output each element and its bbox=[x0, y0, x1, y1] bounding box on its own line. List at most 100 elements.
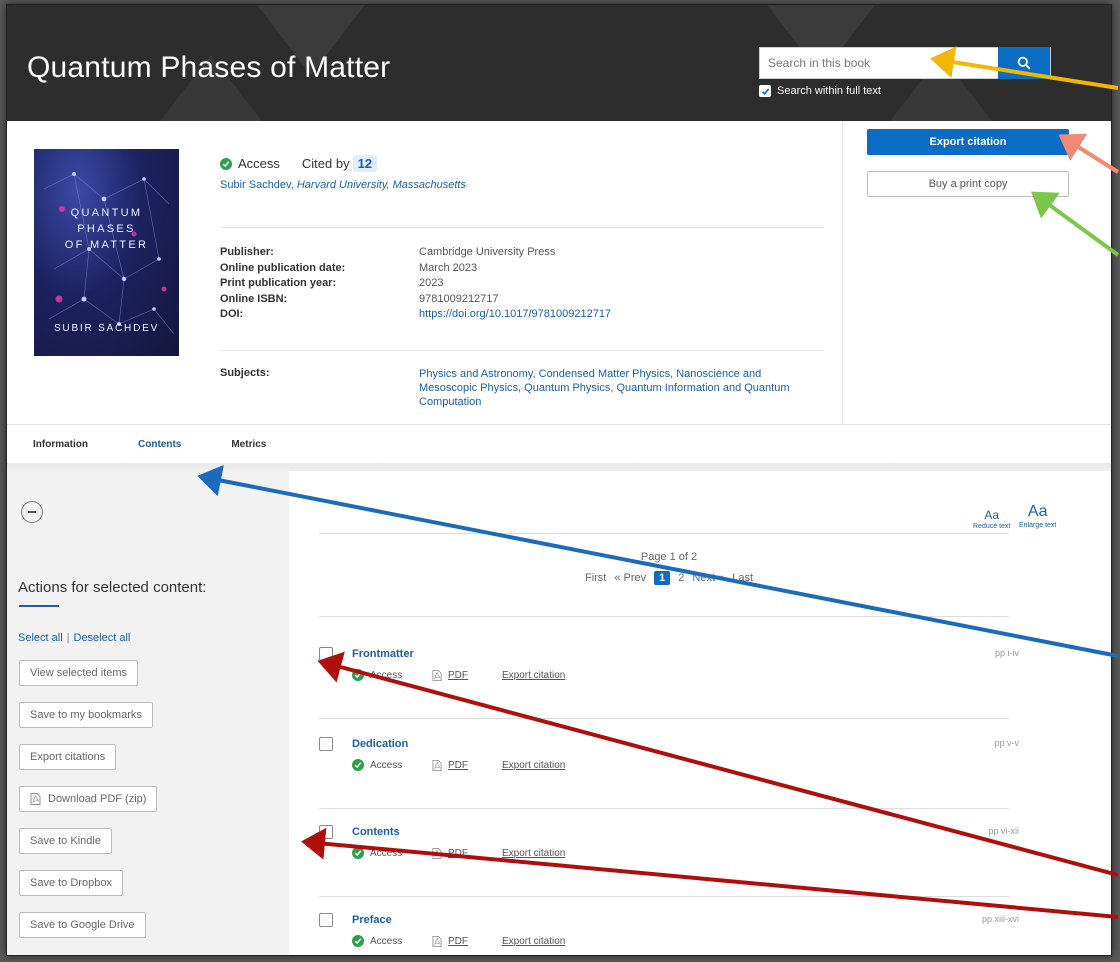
pagination-first[interactable]: First bbox=[585, 572, 606, 584]
pagination-current[interactable]: 1 bbox=[654, 571, 671, 585]
cited-by[interactable]: Cited by 12 bbox=[301, 155, 378, 172]
export-citations-button[interactable]: Export citations bbox=[19, 744, 117, 770]
meta-key: Publisher: bbox=[220, 246, 274, 258]
item-actions: Access PDF Export citation bbox=[352, 669, 565, 681]
full-text-label: Search within full text bbox=[777, 85, 881, 97]
minus-icon bbox=[28, 511, 36, 513]
pagination-last[interactable]: Last bbox=[732, 572, 753, 584]
pagination-page-2[interactable]: 2 bbox=[678, 572, 684, 584]
reduce-text-label: Reduce text bbox=[973, 523, 1011, 530]
author-name[interactable]: Subir Sachdev bbox=[220, 179, 291, 191]
item-pages: pp i-iv bbox=[994, 648, 1019, 658]
item-checkbox[interactable] bbox=[319, 737, 333, 751]
tab-metrics[interactable]: Metrics bbox=[231, 425, 266, 463]
collapse-sidebar-button[interactable] bbox=[21, 501, 43, 523]
divider bbox=[319, 616, 1009, 617]
page-frame: Quantum Phases of Matter Search within f… bbox=[6, 4, 1112, 956]
enlarge-text-glyph: Aa bbox=[1027, 503, 1048, 520]
save-dropbox-button[interactable]: Save to Dropbox bbox=[19, 870, 123, 896]
item-title[interactable]: Preface bbox=[352, 914, 392, 926]
meta-print-year: 2023 bbox=[419, 277, 444, 289]
tab-bar: Information Contents Metrics bbox=[7, 425, 1111, 471]
book-title: Quantum Phases of Matter bbox=[27, 51, 391, 84]
item-export-citation[interactable]: Export citation bbox=[502, 936, 565, 947]
item-export-citation[interactable]: Export citation bbox=[502, 670, 565, 681]
divider bbox=[319, 896, 1009, 897]
pagination-prev[interactable]: « Prev bbox=[614, 572, 646, 584]
check-circle-icon bbox=[352, 759, 364, 771]
check-circle-icon bbox=[352, 847, 364, 859]
meta-key: DOI: bbox=[220, 308, 244, 320]
meta-isbn: 9781009212717 bbox=[419, 292, 499, 305]
enlarge-text-button[interactable]: Aa Enlarge text bbox=[1019, 503, 1056, 530]
cover-title-line: QUANTUM bbox=[70, 207, 143, 219]
item-title[interactable]: Frontmatter bbox=[352, 648, 414, 660]
item-pages: pp xiii-xvi bbox=[981, 914, 1019, 924]
pdf-label: PDF bbox=[448, 847, 468, 859]
cited-count[interactable]: 12 bbox=[352, 155, 378, 172]
check-icon bbox=[761, 87, 769, 95]
item-checkbox[interactable] bbox=[319, 913, 333, 927]
item-actions: Access PDF Export citation bbox=[352, 847, 565, 859]
item-actions: Access PDF Export citation bbox=[352, 759, 565, 771]
book-info-panel: QUANTUM PHASES OF MATTER SUBIR SACHDEV A… bbox=[7, 121, 1111, 425]
export-citation-button[interactable]: Export citation bbox=[867, 129, 1069, 155]
author-affiliation: Harvard University, Massachusetts bbox=[296, 179, 466, 191]
cover-title-line: OF MATTER bbox=[64, 239, 149, 251]
save-kindle-button[interactable]: Save to Kindle bbox=[19, 828, 112, 854]
item-pdf-link[interactable]: PDF bbox=[432, 760, 502, 771]
meta-publisher: Cambridge University Press bbox=[419, 246, 556, 258]
buy-print-copy-button[interactable]: Buy a print copy bbox=[867, 171, 1069, 197]
author[interactable]: Subir Sachdev, Harvard University, Massa… bbox=[220, 179, 466, 191]
save-bookmarks-button[interactable]: Save to my bookmarks bbox=[19, 702, 153, 728]
item-export-citation[interactable]: Export citation bbox=[502, 848, 565, 859]
divider bbox=[220, 350, 824, 351]
content-item: Frontmatter pp i-iv Access PDF Export ci… bbox=[319, 647, 1019, 717]
item-export-citation[interactable]: Export citation bbox=[502, 760, 565, 771]
check-circle-icon bbox=[352, 935, 364, 947]
button-label: Export citations bbox=[30, 751, 106, 763]
tab-information[interactable]: Information bbox=[33, 425, 88, 463]
access-label: Access bbox=[370, 935, 403, 947]
subjects: Subjects: Physics and Astronomy, Condens… bbox=[220, 367, 799, 409]
search-input[interactable] bbox=[760, 48, 1000, 78]
doi-link[interactable]: https://doi.org/10.1017/9781009212717 bbox=[419, 307, 611, 323]
selection-links: Select all | Deselect all bbox=[18, 632, 131, 644]
pdf-label: PDF bbox=[448, 935, 468, 947]
content-item: Preface pp xiii-xvi Access PDF Export ci… bbox=[319, 913, 1019, 955]
button-label: Save to Dropbox bbox=[30, 877, 112, 889]
contents-panel: Aa Reduce text Aa Enlarge text Page 1 of… bbox=[289, 471, 1111, 955]
page-info: Page 1 of 2 bbox=[640, 551, 698, 563]
search-icon bbox=[1017, 56, 1031, 70]
search-full-text-option[interactable]: Search within full text bbox=[759, 85, 881, 97]
reduce-text-button[interactable]: Aa Reduce text bbox=[973, 509, 1010, 530]
subjects-links[interactable]: Physics and Astronomy, Condensed Matter … bbox=[419, 367, 799, 409]
item-title[interactable]: Dedication bbox=[352, 738, 408, 750]
access-label: Access bbox=[370, 669, 403, 681]
heading-underline bbox=[19, 605, 59, 607]
full-text-checkbox[interactable] bbox=[759, 85, 771, 97]
item-checkbox[interactable] bbox=[319, 825, 333, 839]
pdf-icon bbox=[432, 669, 442, 681]
item-pdf-link[interactable]: PDF bbox=[432, 848, 502, 859]
tab-contents[interactable]: Contents bbox=[115, 425, 204, 471]
selection-sidebar: Actions for selected content: Select all… bbox=[7, 471, 289, 955]
item-pages: pp vi-xii bbox=[988, 826, 1019, 836]
download-pdf-zip-button[interactable]: Download PDF (zip) bbox=[19, 786, 158, 812]
pagination-next[interactable]: Next » bbox=[692, 572, 724, 584]
divider bbox=[842, 121, 843, 425]
item-title[interactable]: Contents bbox=[352, 826, 400, 838]
search-button[interactable] bbox=[998, 47, 1050, 79]
item-actions: Access PDF Export citation bbox=[352, 935, 565, 947]
save-google-drive-button[interactable]: Save to Google Drive bbox=[19, 912, 146, 938]
view-selected-button[interactable]: View selected items bbox=[19, 660, 139, 686]
divider bbox=[319, 533, 1009, 534]
item-pdf-link[interactable]: PDF bbox=[432, 670, 502, 681]
select-all-link[interactable]: Select all bbox=[18, 632, 63, 644]
deselect-all-link[interactable]: Deselect all bbox=[74, 632, 131, 644]
access-label: Access bbox=[238, 156, 280, 171]
item-checkbox[interactable] bbox=[319, 647, 333, 661]
divider bbox=[319, 808, 1009, 809]
item-pdf-link[interactable]: PDF bbox=[432, 936, 502, 947]
cited-by-label: Cited by bbox=[301, 156, 350, 171]
